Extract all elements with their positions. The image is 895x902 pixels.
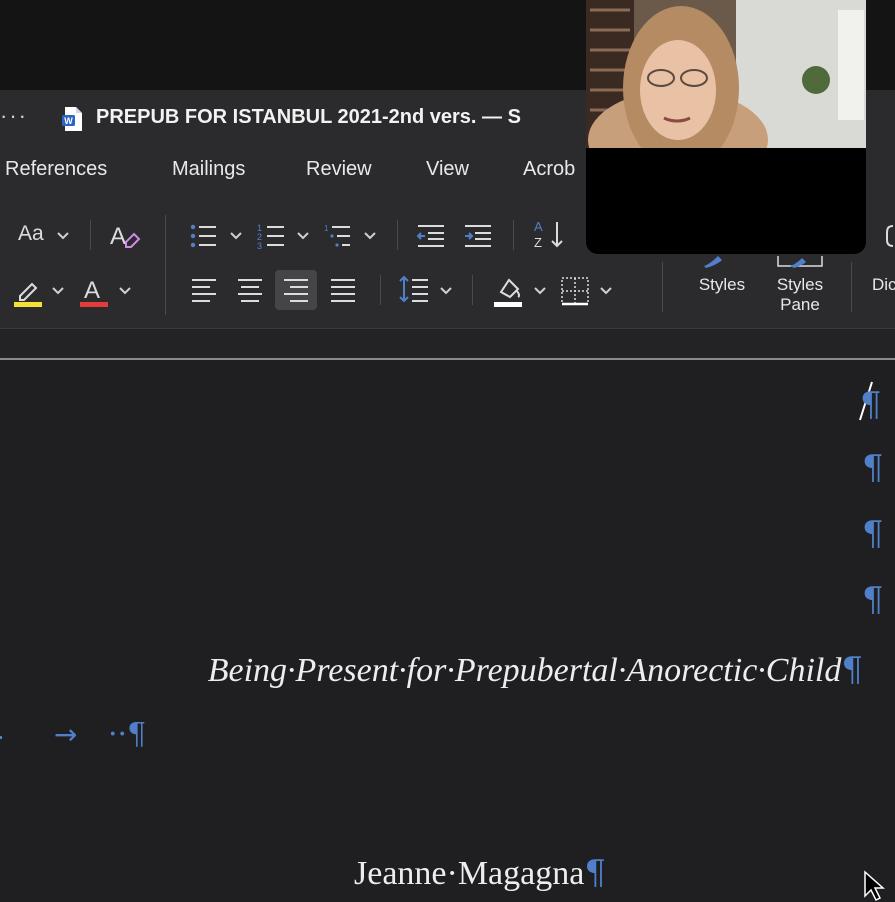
author-text: Jeanne·Magagna xyxy=(354,855,585,892)
multilevel-list-icon[interactable]: 1 xyxy=(323,222,353,250)
document-title-line[interactable]: Being·Present·for·Prepubertal·Anorectic·… xyxy=(208,650,863,690)
change-case-chevron-icon[interactable] xyxy=(56,231,70,241)
line-spacing-chevron-icon[interactable] xyxy=(439,286,453,296)
increase-indent-icon[interactable] xyxy=(463,222,493,250)
title-text: Being·Present·for·Prepubertal·Anorectic·… xyxy=(207,652,842,689)
word-document-icon: W xyxy=(62,107,82,131)
ribbon-divider xyxy=(851,262,852,312)
video-call-overlay[interactable] xyxy=(586,0,866,254)
paragraph-mark: ¶ xyxy=(127,717,147,752)
svg-text:¶: ¶ xyxy=(860,385,882,422)
tab-marker-dot: · xyxy=(0,720,5,752)
tab-mailings[interactable]: Mailings xyxy=(172,158,245,181)
author-line[interactable]: Jeanne·Magagna¶ xyxy=(354,853,606,893)
change-case-button[interactable]: Aa xyxy=(18,222,44,246)
align-right-icon[interactable] xyxy=(282,277,310,303)
microphone-icon[interactable] xyxy=(884,222,895,256)
dictate-button[interactable]: Dic xyxy=(872,275,895,295)
svg-text:A: A xyxy=(110,223,126,250)
sort-icon[interactable]: A Z xyxy=(533,218,567,252)
borders-chevron-icon[interactable] xyxy=(599,286,613,296)
document-canvas[interactable] xyxy=(0,360,895,902)
svg-text:Z: Z xyxy=(534,235,542,250)
clear-formatting-icon[interactable]: A xyxy=(108,220,142,250)
styles-pane-button[interactable]: Styles Pane xyxy=(766,275,834,315)
tab-arrow: → xyxy=(54,718,78,751)
pilcrow-with-cursor: ¶ xyxy=(859,381,882,422)
justify-icon[interactable] xyxy=(329,277,357,303)
styles-pane-label-line2: Pane xyxy=(780,295,820,314)
paragraph-mark: ¶ xyxy=(584,853,606,893)
align-center-icon[interactable] xyxy=(236,277,264,303)
tab-review[interactable]: Review xyxy=(306,158,372,181)
styles-gallery-icon[interactable] xyxy=(700,254,740,268)
bullets-icon[interactable] xyxy=(188,222,218,250)
space-dots: ·· xyxy=(108,717,128,752)
highlight-chevron-icon[interactable] xyxy=(51,286,65,296)
more-options-button[interactable]: ··· xyxy=(0,103,28,129)
tab-line: ··¶ xyxy=(108,717,146,752)
ribbon-divider xyxy=(397,220,398,250)
document-title: PREPUB FOR ISTANBUL 2021-2nd vers. — S xyxy=(96,106,521,128)
shading-chevron-icon[interactable] xyxy=(533,286,547,296)
participant-video-feed xyxy=(586,0,866,190)
paragraph-mark: ¶ xyxy=(862,580,884,620)
svg-text:A: A xyxy=(84,277,100,304)
shading-icon[interactable] xyxy=(493,274,525,308)
svg-text:A: A xyxy=(534,219,543,234)
styles-pane-label-line1: Styles xyxy=(776,275,824,294)
tab-references[interactable]: References xyxy=(5,158,107,181)
ribbon-divider xyxy=(472,275,473,305)
line-spacing-icon[interactable] xyxy=(398,274,430,306)
bullets-chevron-icon[interactable] xyxy=(229,231,243,241)
paragraph-mark: ¶ xyxy=(862,514,884,554)
ribbon-divider xyxy=(165,215,166,315)
paragraph-mark: ¶ xyxy=(841,650,863,690)
styles-button[interactable]: Styles xyxy=(690,275,754,295)
svg-text:W: W xyxy=(64,116,73,126)
svg-text:1: 1 xyxy=(324,224,329,233)
borders-icon[interactable] xyxy=(560,276,590,306)
highlight-color-button[interactable] xyxy=(12,276,44,308)
svg-text:3: 3 xyxy=(257,241,262,250)
ruler xyxy=(0,330,895,360)
numbering-chevron-icon[interactable] xyxy=(296,231,310,241)
ribbon-divider xyxy=(513,220,514,250)
decrease-indent-icon[interactable] xyxy=(416,222,446,250)
font-color-button[interactable]: A xyxy=(78,274,110,308)
ribbon-divider xyxy=(662,262,663,312)
font-color-chevron-icon[interactable] xyxy=(118,286,132,296)
ribbon-divider xyxy=(380,275,381,305)
numbering-icon[interactable]: 1 2 3 xyxy=(256,222,286,250)
styles-pane-icon[interactable] xyxy=(776,254,824,268)
ribbon-divider xyxy=(90,220,91,250)
multilevel-chevron-icon[interactable] xyxy=(363,231,377,241)
tab-view[interactable]: View xyxy=(426,158,469,181)
align-left-icon[interactable] xyxy=(190,277,218,303)
mouse-pointer-icon xyxy=(864,870,885,902)
paragraph-mark: ¶ xyxy=(862,448,884,488)
tab-acrobat[interactable]: Acrob xyxy=(523,158,575,181)
